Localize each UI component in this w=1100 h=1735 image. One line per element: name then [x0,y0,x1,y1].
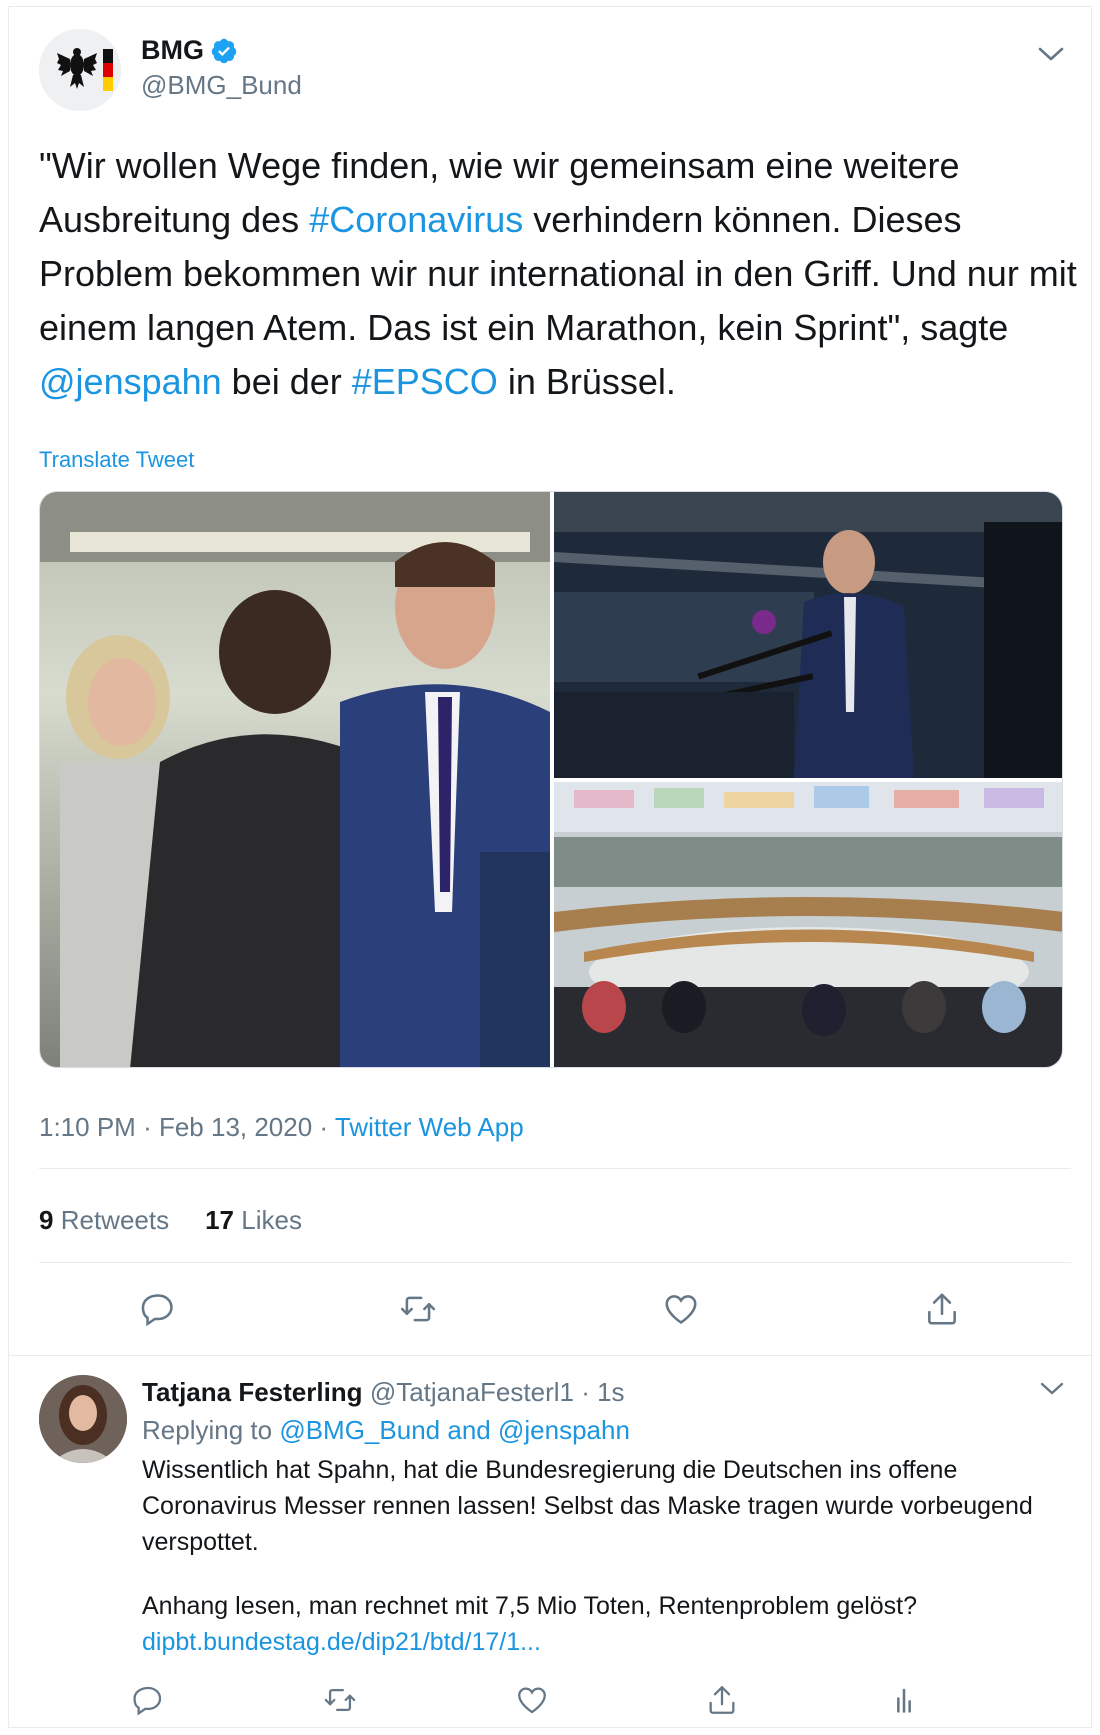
likes-label: Likes [241,1205,302,1235]
reply-time[interactable]: 1s [597,1377,624,1407]
retweet-icon[interactable] [399,1290,437,1328]
tweet-actions [9,1290,1093,1330]
meta-separator: · [319,1112,335,1142]
tweet-meta: 1:10 PM · Feb 13, 2020 · Twitter Web App [39,1112,524,1143]
tweet-stats: 9 Retweets 17 Likes [39,1205,302,1236]
retweets-label: Retweets [60,1205,170,1235]
like-icon[interactable] [662,1290,700,1328]
reply-icon[interactable] [139,1290,177,1328]
meta-separator: · [581,1377,598,1407]
tweet-text-part: bei der [221,361,352,402]
retweets-stat[interactable]: 9 Retweets [39,1205,169,1236]
reply-separator [9,1355,1093,1356]
tweet-text-part: in Brüssel. [497,361,676,402]
retweet-icon[interactable] [323,1683,357,1717]
meta-separator: · [143,1112,159,1142]
tweet-date[interactable]: Feb 13, 2020 [159,1112,312,1142]
reply-paragraph: Anhang lesen, man rechnet mit 7,5 Mio To… [142,1592,917,1620]
author-name[interactable]: BMG [141,35,204,66]
divider [39,1262,1071,1263]
bmg-avatar[interactable] [39,29,121,111]
reply-actions [9,1683,1093,1719]
photo-press-microphones[interactable] [554,492,1062,778]
photo-council-meeting-room[interactable] [554,782,1062,1067]
hashtag-coronavirus-link[interactable]: #Coronavirus [309,199,523,240]
share-icon[interactable] [705,1683,739,1717]
divider [39,1168,1071,1169]
chevron-down-icon[interactable] [1037,45,1065,63]
reply-text: Wissentlich hat Spahn, hat die Bundesreg… [142,1452,1072,1660]
reply-author-handle[interactable]: @TatjanaFesterl1 [370,1377,574,1407]
reply-icon[interactable] [131,1683,165,1717]
tweet-text: "Wir wollen Wege finden, wie wir gemeins… [39,139,1079,409]
reply-link[interactable]: dipbt.bundestag.de/dip21/btd/17/1... [142,1624,1072,1660]
tweet-card: BMG @BMG_Bund "Wir wollen Wege finden, w… [8,6,1093,1728]
retweets-count: 9 [39,1205,54,1235]
author-block: BMG @BMG_Bund [141,35,302,101]
translate-tweet-link[interactable]: Translate Tweet [39,447,194,473]
replying-label: Replying to [142,1415,273,1445]
replying-mention-jenspahn[interactable]: @jenspahn [498,1415,630,1445]
like-icon[interactable] [515,1683,549,1717]
analytics-icon[interactable] [887,1683,921,1717]
replying-and: and [447,1415,491,1445]
likes-stat[interactable]: 17 Likes [205,1205,302,1236]
replying-mention-bmg[interactable]: @BMG_Bund [279,1415,440,1445]
verified-badge-icon [211,38,237,63]
likes-count: 17 [205,1205,235,1235]
mention-jenspahn-link[interactable]: @jenspahn [39,361,222,402]
reply-paragraph: Wissentlich hat Spahn, hat die Bundesreg… [142,1456,1033,1556]
replying-to: Replying to @BMG_Bund and @jenspahn [142,1415,630,1446]
tweet-source-link[interactable]: Twitter Web App [335,1112,524,1142]
hashtag-epsco-link[interactable]: #EPSCO [352,361,498,402]
reply-header: Tatjana Festerling @TatjanaFesterl1 · 1s [142,1377,625,1408]
tweet-time[interactable]: 1:10 PM [39,1112,136,1142]
federal-eagle-logo [39,29,121,111]
author-handle[interactable]: @BMG_Bund [141,70,302,101]
chevron-down-icon[interactable] [1039,1381,1065,1397]
reply-author-name[interactable]: Tatjana Festerling [142,1377,363,1407]
photo-officials-talking[interactable] [40,492,550,1067]
share-icon[interactable] [923,1290,961,1328]
reply-avatar[interactable] [39,1375,127,1463]
media-grid [39,491,1063,1068]
